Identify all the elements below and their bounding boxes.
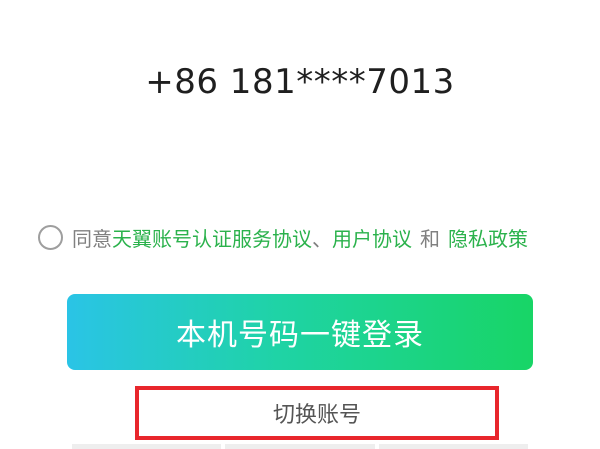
divider-segment [225, 444, 375, 449]
agreement-prefix: 同意 [72, 226, 112, 251]
one-click-login-label: 本机号码一键登录 [176, 318, 424, 353]
login-screen: +86 181****7013 同意 天翼账号认证服务协议 、 用户协议 和 隐… [0, 0, 600, 449]
bottom-divider [72, 444, 528, 449]
agreement-row: 同意 天翼账号认证服务协议 、 用户协议 和 隐私政策 [38, 222, 578, 252]
agreement-radio[interactable] [38, 224, 63, 250]
one-click-login-button[interactable]: 本机号码一键登录 [67, 294, 533, 370]
user-agreement-link[interactable]: 用户协议 [332, 223, 412, 252]
agreement-separator: 、 [312, 226, 332, 251]
masked-phone-number: +86 181****7013 [145, 62, 455, 102]
switch-account-button[interactable]: 切换账号 [135, 386, 499, 440]
divider-segment [378, 444, 528, 449]
divider-segment [72, 444, 222, 449]
tianyi-auth-service-agreement-link[interactable]: 天翼账号认证服务协议 [112, 223, 312, 252]
privacy-policy-link[interactable]: 隐私政策 [448, 223, 528, 252]
agreement-conjunction: 和 [420, 226, 440, 251]
switch-account-label: 切换账号 [272, 403, 361, 428]
